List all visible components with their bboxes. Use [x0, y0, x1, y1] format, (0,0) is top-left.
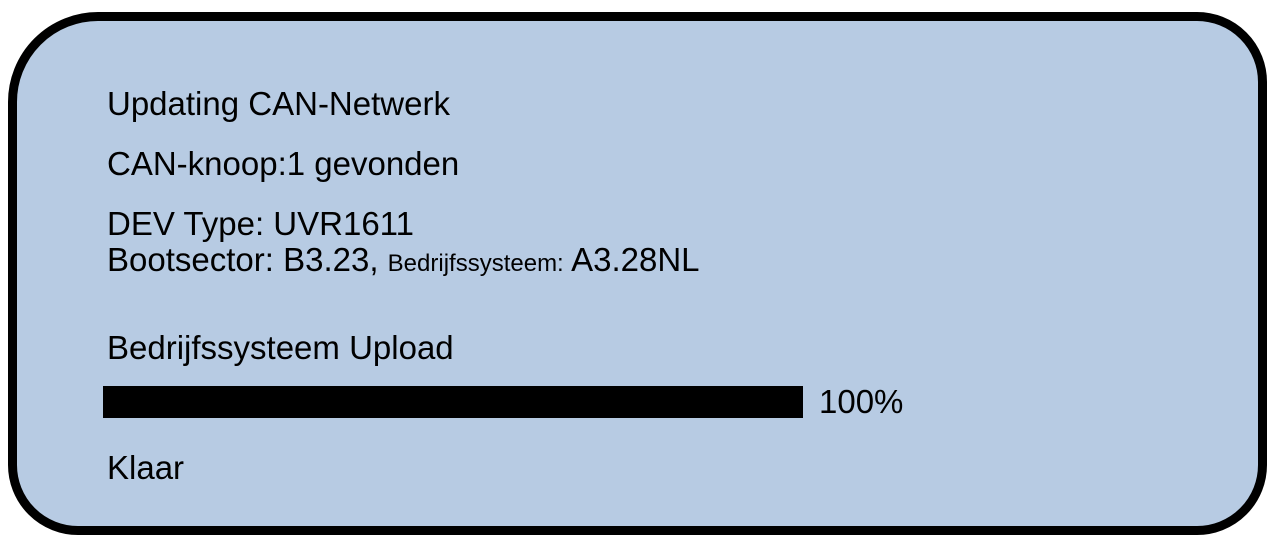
- can-node-found-text: CAN-knoop:1 gevonden: [107, 145, 460, 182]
- update-status-panel: Updating CAN-Netwerk CAN-knoop:1 gevonde…: [8, 12, 1267, 535]
- upload-progress: 100%: [103, 383, 903, 421]
- device-type-text: DEV Type: UVR1611: [107, 205, 414, 242]
- done-status-text: Klaar: [107, 449, 185, 486]
- update-title: Updating CAN-Netwerk: [107, 85, 450, 122]
- bootsector-text: Bootsector: B3.23,: [107, 241, 379, 278]
- progress-percentage: 100%: [819, 383, 904, 420]
- os-label: Bedrijfssysteem:: [387, 250, 564, 277]
- firmware-version-line: Bootsector: B3.23, Bedrijfssysteem: A3.2…: [107, 241, 700, 283]
- upload-title: Bedrijfssysteem Upload: [107, 329, 454, 366]
- progress-bar-fill: [103, 386, 803, 418]
- progress-bar: [103, 386, 803, 418]
- os-version-text: A3.28NL: [571, 241, 700, 278]
